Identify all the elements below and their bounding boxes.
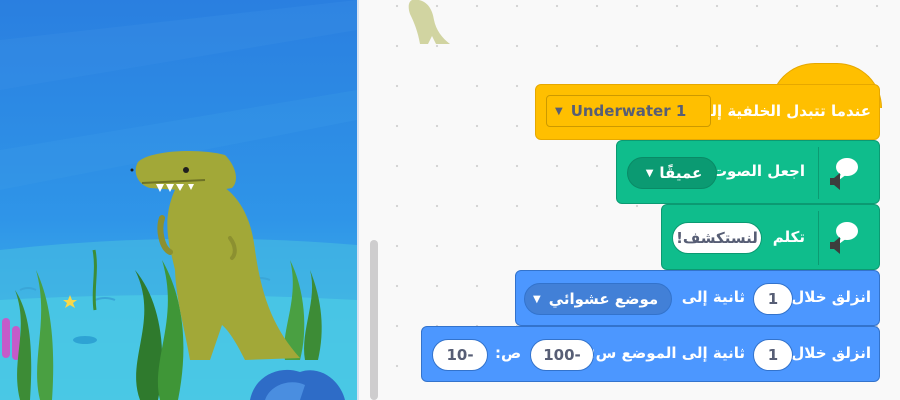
extension-divider xyxy=(818,147,819,199)
seconds-to-xy-label: ثانية إلى الموضع س: xyxy=(589,344,745,362)
x-input[interactable]: -100 xyxy=(530,339,594,371)
glide-seconds-input[interactable]: 1 xyxy=(753,283,793,315)
speak-text-input[interactable]: لنستكشف! xyxy=(672,222,762,254)
when-backdrop-switches-block[interactable]: عندما تتبدل الخلفية إلى ▼ Underwater 1 xyxy=(535,84,880,140)
speech-bubble-speaker-icon xyxy=(819,151,867,195)
when-backdrop-label: عندما تتبدل الخلفية إلى xyxy=(696,102,871,120)
backdrop-dropdown[interactable]: ▼ Underwater 1 xyxy=(546,95,711,127)
speech-bubble-speaker-icon xyxy=(819,215,867,259)
y-input[interactable]: -10 xyxy=(432,339,488,371)
extension-divider xyxy=(818,211,819,265)
stage[interactable] xyxy=(0,0,357,400)
triangle-down-icon: ▼ xyxy=(555,105,563,117)
glide-label: انزلق خلال xyxy=(791,288,871,306)
set-voice-label: اجعل الصوت xyxy=(711,162,805,180)
triangle-down-icon: ▼ xyxy=(645,167,654,179)
glide-label: انزلق خلال xyxy=(791,344,871,362)
glide-to-block[interactable]: انزلق خلال 1 ثانية إلى ▼ موضع عشوائي xyxy=(515,270,880,326)
sprite-watermark xyxy=(408,0,450,44)
glide-target-value: موضع عشوائي xyxy=(548,290,659,308)
glide-seconds-input[interactable]: 1 xyxy=(753,339,793,371)
set-voice-block[interactable]: اجعل الصوت ▼ عميقًا xyxy=(616,140,880,204)
voice-dropdown-value: عميقًا xyxy=(659,164,703,182)
speak-block[interactable]: تكلم لنستكشف! xyxy=(661,204,880,270)
speak-label: تكلم xyxy=(772,228,805,246)
voice-dropdown[interactable]: ▼ عميقًا xyxy=(627,157,717,189)
y-label: ص: xyxy=(495,344,522,362)
seconds-to-label: ثانية إلى xyxy=(681,288,745,306)
triangle-down-icon: ▼ xyxy=(533,293,541,305)
glide-to-xy-block[interactable]: انزلق خلال 1 ثانية إلى الموضع س: -100 ص:… xyxy=(421,326,880,382)
glide-target-dropdown[interactable]: ▼ موضع عشوائي xyxy=(524,283,672,315)
workspace-scrollbar[interactable] xyxy=(370,240,378,400)
backdrop-dropdown-value: Underwater 1 xyxy=(570,102,687,120)
